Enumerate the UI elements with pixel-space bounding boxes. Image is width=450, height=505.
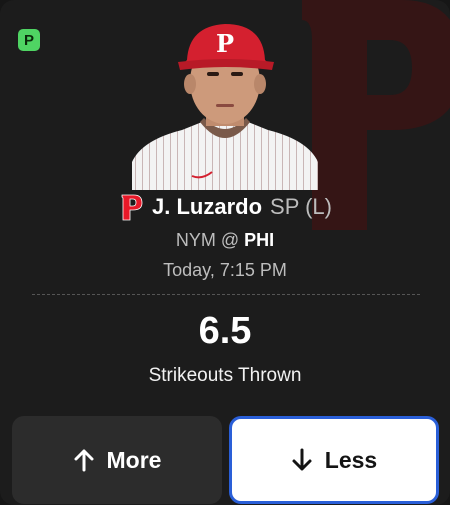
player-photo: P: [132, 24, 318, 190]
more-button-label: More: [106, 446, 162, 473]
away-team: NYM: [175, 230, 216, 250]
arrow-down-icon: [292, 448, 312, 471]
player-position: SP (L): [270, 194, 332, 219]
stat-name: Strikeouts Thrown: [148, 365, 302, 386]
less-button[interactable]: Less: [229, 416, 439, 504]
matchup-separator: @: [220, 230, 240, 250]
projection-line: 6.5: [198, 310, 252, 352]
platform-badge: P: [18, 29, 40, 51]
arrow-up-icon: [74, 449, 94, 472]
home-team: PHI: [244, 230, 275, 250]
matchup: NYM @ PHI: [0, 230, 450, 251]
phillies-logo-icon: [121, 194, 143, 221]
svg-text:P: P: [216, 29, 234, 58]
divider: [32, 294, 420, 295]
player-name: J. Luzardo: [152, 194, 263, 219]
player-header: J. Luzardo SP (L): [0, 192, 450, 222]
game-time: Today, 7:15 PM: [163, 260, 287, 280]
more-button[interactable]: More: [12, 416, 222, 504]
less-button-label: Less: [324, 446, 378, 473]
pick-card: P P J. Luzardo SP (L) NYM @ PHI Today, 7…: [0, 0, 450, 505]
